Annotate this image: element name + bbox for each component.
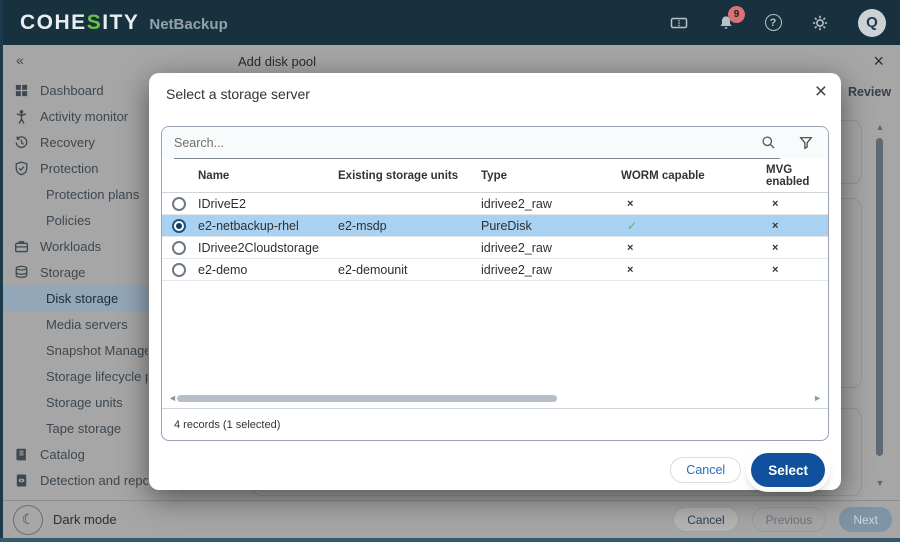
search-field[interactable]	[174, 127, 780, 159]
cohesity-logo: COHESITY NetBackup	[20, 11, 228, 35]
dialog-title: Select a storage server	[166, 86, 310, 102]
sidebar-item-policies[interactable]: Policies	[0, 207, 148, 233]
app-header: COHESITY NetBackup 9 ? Q	[0, 0, 900, 45]
brand-s-glyph: S	[87, 11, 103, 34]
page-close-icon[interactable]: ×	[873, 52, 884, 70]
page-vertical-scrollbar[interactable]: ▲ ▼	[875, 122, 885, 488]
sidebar: Dashboard Activity monitor Recovery Prot…	[0, 77, 148, 500]
scroll-right-icon[interactable]: ►	[813, 394, 822, 403]
moon-icon: ☾	[13, 505, 43, 535]
license-icon[interactable]	[670, 14, 688, 32]
sidebar-item-catalog[interactable]: Catalog	[0, 441, 148, 467]
worm-flag: ×	[621, 198, 766, 210]
sidebar-item-storage-lifecycle[interactable]: Storage lifecycle p	[0, 363, 148, 389]
sidebar-item-detection-reporting[interactable]: Detection and repor	[0, 467, 148, 493]
row-radio[interactable]	[172, 263, 186, 277]
table-search-row	[162, 127, 828, 159]
dark-mode-toggle[interactable]: ☾ Dark mode	[13, 505, 117, 535]
dialog-cancel-button[interactable]: Cancel	[670, 457, 741, 483]
window-left-edge	[0, 0, 3, 542]
scroll-up-icon[interactable]: ▲	[875, 122, 885, 132]
sidebar-item-storage-units[interactable]: Storage units	[0, 389, 148, 415]
filter-funnel-icon[interactable]	[799, 136, 814, 151]
workloads-briefcase-icon	[13, 238, 29, 254]
row-radio[interactable]	[172, 241, 186, 255]
window-bottom-edge	[0, 538, 900, 542]
dashboard-icon	[13, 82, 29, 98]
protection-shield-icon	[13, 160, 29, 176]
detection-report-icon	[13, 472, 29, 488]
mvg-flag: ×	[766, 242, 828, 254]
worm-flag: ×	[621, 264, 766, 276]
scroll-left-icon[interactable]: ◄	[168, 394, 177, 403]
select-storage-server-dialog: Select a storage server × Name Existing …	[149, 73, 841, 490]
sidebar-item-snapshot-manager[interactable]: Snapshot Manage	[0, 337, 148, 363]
help-icon[interactable]: ?	[764, 14, 782, 32]
page-title: Add disk pool	[238, 54, 316, 69]
sidebar-item-workloads[interactable]: Workloads	[0, 233, 148, 259]
dialog-close-icon[interactable]: ×	[815, 81, 827, 102]
table-row[interactable]: e2-demo e2-demounit idrivee2_raw × ×	[162, 259, 828, 281]
mvg-flag: ×	[766, 264, 828, 276]
table-row-selected[interactable]: e2-netbackup-rhel e2-msdp PureDisk ✓ ×	[162, 215, 828, 237]
table-row[interactable]: IDrivee2Cloudstorage idrivee2_raw × ×	[162, 237, 828, 259]
notifications-bell-icon[interactable]: 9	[717, 14, 735, 32]
sidebar-item-tape-storage[interactable]: Tape storage	[0, 415, 148, 441]
table-empty-area	[162, 281, 828, 390]
worm-flag: ×	[621, 242, 766, 254]
wizard-next-button[interactable]: Next	[839, 507, 892, 532]
vertical-scroll-thumb[interactable]	[876, 138, 883, 456]
row-radio[interactable]	[172, 197, 186, 211]
sidebar-item-media-servers[interactable]: Media servers	[0, 311, 148, 337]
search-icon[interactable]	[761, 135, 776, 150]
page-footer: ☾ Dark mode Cancel Previous Next	[0, 500, 900, 538]
user-avatar[interactable]: Q	[858, 9, 886, 37]
scroll-down-icon[interactable]: ▼	[875, 478, 885, 488]
col-type[interactable]: Type	[481, 170, 621, 182]
mvg-flag: ×	[766, 220, 828, 232]
wizard-previous-button[interactable]: Previous	[752, 507, 827, 532]
col-existing-storage-units[interactable]: Existing storage units	[338, 170, 481, 182]
activity-monitor-icon	[13, 108, 29, 124]
brand-text: COHESITY	[20, 11, 139, 35]
catalog-book-icon	[13, 446, 29, 462]
recovery-history-icon	[13, 134, 29, 150]
sidebar-item-storage[interactable]: Storage	[0, 259, 148, 285]
sidebar-item-dashboard[interactable]: Dashboard	[0, 77, 148, 103]
records-summary: 4 records (1 selected)	[162, 408, 828, 440]
table-row[interactable]: IDriveE2 idrivee2_raw × ×	[162, 193, 828, 215]
product-name: NetBackup	[149, 16, 227, 33]
storage-server-table: Name Existing storage units Type WORM ca…	[161, 126, 829, 441]
table-horizontal-scrollbar[interactable]: ◄ ►	[162, 390, 828, 408]
horizontal-scroll-thumb[interactable]	[177, 395, 557, 402]
dialog-select-button[interactable]: Select	[751, 453, 825, 487]
sidebar-item-recovery[interactable]: Recovery	[0, 129, 148, 155]
settings-gear-icon[interactable]	[811, 14, 829, 32]
worm-flag-check: ✓	[621, 219, 766, 233]
col-name[interactable]: Name	[198, 170, 338, 182]
sidebar-item-disk-storage[interactable]: Disk storage	[0, 285, 148, 311]
sidebar-item-protection-plans[interactable]: Protection plans	[0, 181, 148, 207]
sidebar-item-activity-monitor[interactable]: Activity monitor	[0, 103, 148, 129]
col-mvg-enabled[interactable]: MVG enabled	[766, 164, 828, 188]
col-worm-capable[interactable]: WORM capable	[621, 170, 766, 182]
search-input[interactable]	[174, 136, 757, 150]
storage-disks-icon	[13, 264, 29, 280]
sidebar-collapse-button[interactable]: «	[16, 52, 24, 68]
mvg-flag: ×	[766, 198, 828, 210]
table-header-row: Name Existing storage units Type WORM ca…	[162, 159, 828, 193]
row-radio-selected[interactable]	[172, 219, 186, 233]
step-review-label: Review	[848, 85, 891, 99]
wizard-cancel-button[interactable]: Cancel	[673, 507, 738, 532]
notification-badge: 9	[728, 6, 745, 23]
sidebar-item-protection[interactable]: Protection	[0, 155, 148, 181]
